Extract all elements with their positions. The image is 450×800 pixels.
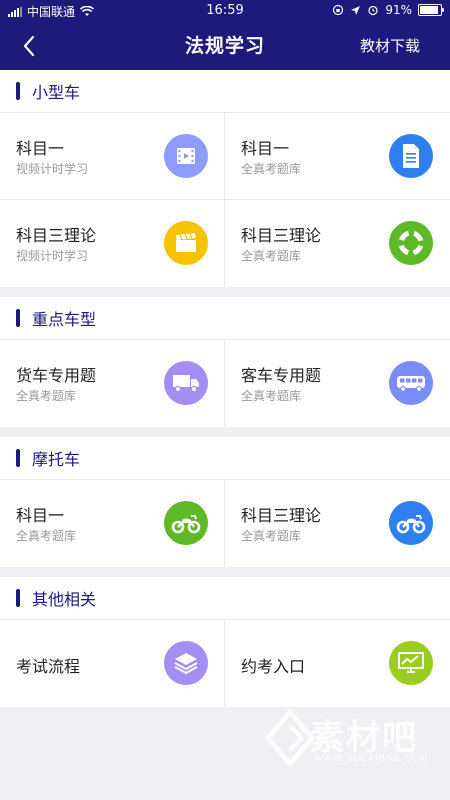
section-accent-bar bbox=[16, 309, 20, 327]
watermark: 素材吧 WWW.SUCAIBAR.COM bbox=[260, 704, 430, 776]
grid-item[interactable]: 科目一 全真考题库 bbox=[0, 480, 225, 567]
motorcycle-icon bbox=[164, 501, 208, 545]
grid-item[interactable]: 科目三理论全真考题库 bbox=[225, 200, 450, 287]
section-title: 小型车 bbox=[32, 83, 81, 102]
section-header: 小型车 bbox=[0, 70, 450, 113]
item-subtitle: 全真考题库 bbox=[241, 162, 302, 176]
item-title: 科目一 bbox=[241, 139, 290, 158]
section-header: 摩托车 bbox=[0, 437, 450, 480]
bus-icon bbox=[389, 361, 433, 405]
grid-item[interactable]: 客车专用题全真考题库 bbox=[225, 340, 450, 427]
video-icon bbox=[164, 134, 208, 178]
truck-icon bbox=[164, 361, 208, 405]
section-title: 重点车型 bbox=[32, 310, 97, 329]
item-title: 科目一 bbox=[16, 139, 65, 158]
section-header: 其他相关 bbox=[0, 577, 450, 620]
section-title: 其他相关 bbox=[32, 590, 97, 609]
grid-item[interactable]: 科目三理论视频计时学习 bbox=[0, 200, 225, 287]
clapperboard-icon bbox=[164, 221, 208, 265]
nav-bar: 法规学习 教材下载 bbox=[0, 22, 450, 70]
item-title: 科目三理论 bbox=[241, 226, 322, 245]
item-subtitle: 全真考题库 bbox=[16, 529, 77, 543]
item-subtitle: 全真考题库 bbox=[241, 389, 302, 403]
item-title: 科目三理论 bbox=[16, 226, 97, 245]
item-subtitle: 全真考题库 bbox=[16, 389, 77, 403]
item-subtitle: 全真考题库 bbox=[241, 249, 302, 263]
section-grid: 考试流程 约考入口 bbox=[0, 620, 450, 707]
motorcycle-icon bbox=[389, 501, 433, 545]
item-title: 考试流程 bbox=[16, 657, 81, 676]
grid-item[interactable]: 科目一 视频计时学习 bbox=[0, 113, 225, 200]
section: 重点车型 货车专用题 全真考题库 客车专用题 全真考题库 bbox=[0, 297, 450, 427]
location-icon bbox=[351, 5, 361, 15]
section-accent-bar bbox=[16, 589, 20, 607]
grid-item[interactable]: 约考入口 bbox=[225, 620, 450, 707]
layers-icon bbox=[164, 641, 208, 685]
section: 摩托车 科目一 全真考题库 科目三理论 全真考题库 bbox=[0, 437, 450, 567]
grid-item[interactable]: 考试流程 bbox=[0, 620, 225, 707]
grid-item[interactable]: 货车专用题全真考题库 bbox=[0, 340, 225, 427]
grid-item[interactable]: 科目三理论全真考题库 bbox=[225, 480, 450, 567]
section-grid: 科目一 全真考题库 科目三理论 全真考题库 bbox=[0, 480, 450, 567]
section: 其他相关考试流程 约考入口 bbox=[0, 577, 450, 707]
section-grid: 科目一 视频计时学习 科目一 全真考题库 科目三理论 视频计时学习 科目三理论 全真考题库 bbox=[0, 113, 450, 287]
status-bar: 中国联通 16:59 91% bbox=[0, 0, 450, 22]
grid-item[interactable]: 科目一 全真考题库 bbox=[225, 113, 450, 200]
section-header: 重点车型 bbox=[0, 297, 450, 340]
section: 小型车 科目一 视频计时学习 科目一 全真考题库 科目三理论 视频计时学习 科目三理论 全真考题… bbox=[0, 70, 450, 287]
download-materials-button[interactable]: 教材下载 bbox=[360, 22, 420, 70]
monitor-chart-icon bbox=[389, 641, 433, 685]
document-icon bbox=[389, 134, 433, 178]
section-grid: 货车专用题 全真考题库 客车专用题 全真考题库 bbox=[0, 340, 450, 427]
main-content: 小型车 科目一 视频计时学习 科目一 全真考题库 科目三理论 视频计时学习 科目三理论 全真考题… bbox=[0, 70, 450, 717]
battery-percent: 91% bbox=[385, 3, 412, 17]
alarm-icon bbox=[368, 5, 378, 16]
item-title: 科目一 bbox=[16, 506, 65, 525]
lifebuoy-icon bbox=[389, 221, 433, 265]
section-accent-bar bbox=[16, 449, 20, 467]
item-subtitle: 视频计时学习 bbox=[16, 162, 89, 176]
orientation-lock-icon bbox=[333, 4, 344, 16]
section-accent-bar bbox=[16, 82, 20, 100]
item-subtitle: 视频计时学习 bbox=[16, 249, 89, 263]
item-title: 货车专用题 bbox=[16, 366, 97, 385]
status-right: 91% bbox=[332, 3, 444, 17]
item-title: 客车专用题 bbox=[241, 366, 322, 385]
item-title: 约考入口 bbox=[241, 657, 306, 676]
item-subtitle: 全真考题库 bbox=[241, 529, 302, 543]
watermark-brand: 素材吧 bbox=[310, 718, 418, 758]
item-title: 科目三理论 bbox=[241, 506, 322, 525]
battery-icon bbox=[418, 4, 444, 16]
watermark-url: WWW.SUCAIBAR.COM bbox=[314, 754, 429, 764]
section-title: 摩托车 bbox=[32, 450, 81, 469]
